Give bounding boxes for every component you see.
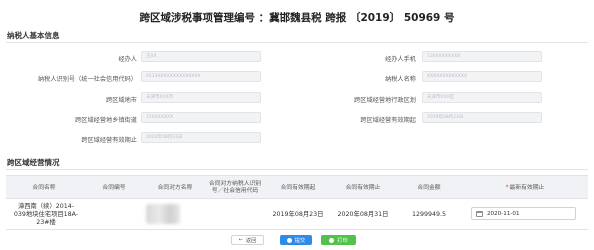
section-title-taxpayer: 纳税人基本信息 <box>7 31 60 40</box>
column-header-valid-to: 合同有效期止 <box>345 184 381 191</box>
cell-valid-to: 2020年08月31日 <box>337 210 389 218</box>
cell-contract-no <box>82 199 146 230</box>
section-title-business: 跨区域经营情况 <box>7 158 60 167</box>
column-header-counterparty-id: 合同对方纳税人识别号／社会信用代码 <box>208 181 262 194</box>
column-header-amount: 合同金额 <box>417 184 441 191</box>
column-header-new-valid-to-label: 最新有效期止 <box>509 184 545 191</box>
submit-button[interactable]: 提交 <box>280 235 312 245</box>
taxpayer-id-field: 9113XXXXXXXXXXXXXX <box>141 71 261 82</box>
print-icon <box>329 237 335 243</box>
operator-phone-label: 经办人手机 <box>385 56 416 63</box>
taxpayer-name-label: 纳税人名称 <box>385 76 416 83</box>
print-button-label: 打印 <box>337 237 348 244</box>
operator-phone-field: 130XXXXXXXX <box>422 51 542 62</box>
valid-from-label: 跨区域经营有效期起 <box>360 117 416 124</box>
taxpayer-name-field: XXXXXXXXXXXXX <box>422 71 542 82</box>
table-row: 漳西南（续）2014-039地块住宅项目18A-23#楼 2019年08月23日… <box>6 199 588 230</box>
new-valid-to-value: 2020-11-01 <box>487 210 520 217</box>
divider <box>6 42 588 43</box>
admin-division-label: 跨区域经营地行政区划 <box>354 97 416 104</box>
submit-button-label: 提交 <box>294 237 306 244</box>
column-header-valid-from: 合同有效期起 <box>280 184 316 191</box>
valid-to-field: 2020年08月31日 <box>141 132 261 143</box>
page-title: 跨区域涉税事项管理编号 ：冀邯魏县税 跨报 〔2019〕 50969 号 <box>139 12 455 24</box>
table-header: 合同名称 合同编号 合同对方名称 合同对方纳税人识别号／社会信用代码 合同有效期… <box>6 175 588 199</box>
column-header-counterparty-name: 合同对方名称 <box>157 184 193 191</box>
back-button-label: 返回 <box>245 237 257 244</box>
admin-division-field: 天津市XXX区 <box>422 92 542 103</box>
valid-from-field: 2019年08月23日 <box>422 112 542 123</box>
back-button[interactable]: ← 返回 <box>231 235 264 245</box>
arrow-left-icon: ← <box>238 237 243 243</box>
column-header-new-valid-to: * 最新有效期止 <box>462 176 588 200</box>
redacted-counterparty-name <box>146 204 180 224</box>
calendar-icon <box>476 210 483 217</box>
column-header-contract-name: 合同名称 <box>32 184 56 191</box>
cross-region-city-field: 天津市XXX市 <box>141 92 261 103</box>
cell-amount: 1299949.5 <box>411 210 447 218</box>
operator-label: 经办人 <box>118 56 137 63</box>
cell-counterparty-id <box>204 199 266 230</box>
cell-valid-from: 2019年08月23日 <box>272 210 324 218</box>
divider <box>6 169 588 170</box>
column-header-contract-no: 合同编号 <box>102 184 126 191</box>
valid-to-label: 跨区域经营有效期止 <box>81 137 137 144</box>
town-street-label: 跨区域经营地乡镇街道 <box>75 117 137 124</box>
new-valid-to-datepicker[interactable]: 2020-11-01 <box>471 207 576 220</box>
check-circle-icon <box>286 237 292 243</box>
required-mark: * <box>505 184 509 191</box>
town-street-field: 120XXXXXX <box>141 112 261 123</box>
cell-contract-name: 漳西南（续）2014-039地块住宅项目18A-23#楼 <box>13 202 79 226</box>
cross-region-city-label: 跨区域地市 <box>106 97 137 104</box>
print-button[interactable]: 打印 <box>321 235 356 245</box>
taxpayer-id-label: 纳税人识别号（统一社会信用代码） <box>38 76 137 83</box>
operator-field: 王XX <box>141 51 261 62</box>
